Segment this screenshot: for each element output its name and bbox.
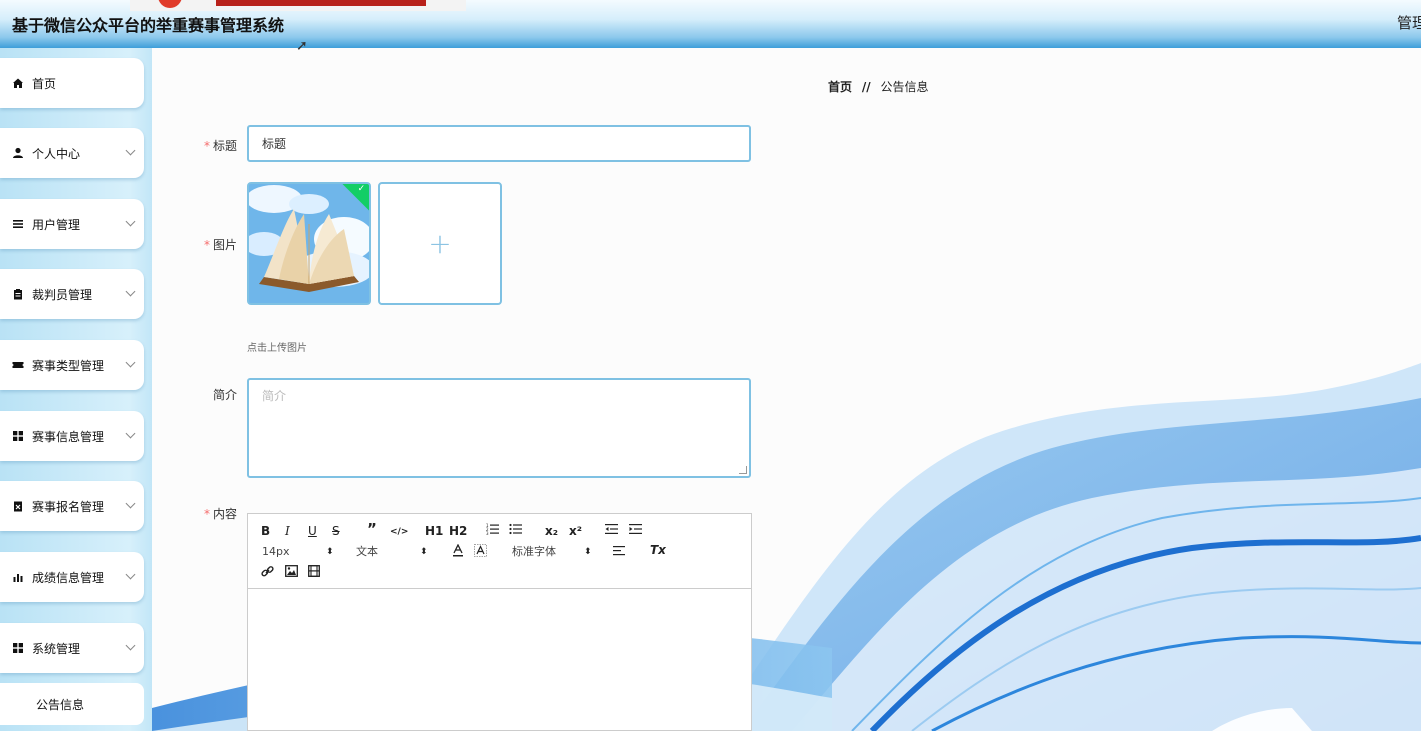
grid-icon: [12, 642, 24, 654]
chevron-down-icon: [125, 357, 136, 368]
font-family-select[interactable]: 标准字体: [512, 545, 556, 559]
breadcrumb: 首页 // 公告信息: [828, 78, 928, 95]
sidebar-item-score-management[interactable]: 成绩信息管理: [0, 552, 144, 602]
upload-tip: 点击上传图片: [247, 343, 307, 354]
svg-text:3: 3: [486, 531, 489, 535]
sidebar-item-label: 裁判员管理: [32, 287, 93, 302]
clipboard-icon: [12, 288, 24, 300]
chevron-down-icon: [125, 640, 136, 651]
italic-button[interactable]: I: [285, 524, 290, 538]
check-icon: ✓: [357, 183, 366, 194]
font-color-icon[interactable]: [452, 543, 464, 560]
sidebar-item-referee-management[interactable]: 裁判员管理: [0, 269, 144, 319]
chevron-updown-icon: ⬍: [584, 547, 592, 557]
chevron-down-icon: [125, 145, 136, 156]
image-insert-icon[interactable]: [285, 565, 298, 580]
admin-user-label[interactable]: 管理: [1397, 12, 1421, 33]
sidebar-item-label: 首页: [32, 76, 57, 91]
editor-toolbar: B I U S ” </> H1 H2 123 x₂ x² 14px ⬍ 文本 …: [248, 514, 751, 589]
sidebar-item-personal-center[interactable]: 个人中心: [0, 128, 144, 178]
sidebar-item-registration-management[interactable]: 赛事报名管理: [0, 481, 144, 531]
upload-add-button[interactable]: +: [378, 182, 502, 305]
ticket-icon: [12, 359, 24, 371]
breadcrumb-home[interactable]: 首页: [828, 80, 852, 94]
required-mark: *: [203, 139, 210, 153]
book-image: [249, 184, 369, 303]
chevron-updown-icon: ⬍: [420, 547, 428, 557]
bold-button[interactable]: B: [261, 524, 270, 538]
top-header: 基于微信公众平台的举重赛事管理系统 管理 ➚: [0, 0, 1421, 54]
sidebar-item-event-type-management[interactable]: 赛事类型管理: [0, 340, 144, 390]
link-icon[interactable]: [261, 565, 274, 581]
sidebar-item-label: 赛事报名管理: [32, 499, 105, 514]
intro-placeholder: 简介: [262, 389, 287, 403]
editor-content-area[interactable]: [248, 589, 751, 731]
sidebar-item-label: 系统管理: [32, 641, 81, 656]
checklist-icon: [12, 500, 24, 512]
chevron-down-icon: [125, 286, 136, 297]
clear-format-button[interactable]: Tx: [650, 543, 666, 557]
align-icon[interactable]: [613, 545, 626, 559]
rich-text-editor: B I U S ” </> H1 H2 123 x₂ x² 14px ⬍ 文本 …: [247, 513, 752, 731]
resize-handle-icon[interactable]: [739, 466, 747, 474]
blockquote-button[interactable]: ”: [367, 522, 377, 537]
sidebar-item-label: 用户管理: [32, 217, 81, 232]
paragraph-select[interactable]: 文本: [356, 545, 378, 559]
ordered-list-icon[interactable]: 123: [486, 523, 500, 538]
code-button[interactable]: </>: [390, 525, 408, 539]
sidebar-item-user-management[interactable]: 用户管理: [0, 199, 144, 249]
bullet-list-icon[interactable]: [509, 523, 523, 538]
required-mark: *: [203, 238, 210, 252]
intro-label: 简介: [212, 388, 237, 402]
uploaded-image-thumbnail[interactable]: ✓: [247, 182, 371, 305]
sidebar-item-system-management[interactable]: 系统管理: [0, 623, 144, 673]
heading1-button[interactable]: H1: [425, 524, 443, 538]
sidebar-item-event-info-management[interactable]: 赛事信息管理: [0, 411, 144, 461]
content-label: * 内容: [203, 507, 237, 521]
plus-icon: +: [428, 227, 452, 260]
underline-button[interactable]: U: [308, 524, 317, 538]
title-label: * 标题: [203, 139, 237, 153]
required-mark: *: [203, 507, 210, 521]
bar-chart-icon: [12, 571, 24, 583]
list-icon: [12, 218, 24, 230]
strike-button[interactable]: S: [332, 524, 340, 538]
sidebar: 首页 个人中心 用户管理 裁判员管理 赛事类型管理 赛事信息管理 赛事报名管理 …: [0, 48, 152, 731]
sidebar-item-home[interactable]: 首页: [0, 58, 144, 108]
chevron-down-icon: [125, 216, 136, 227]
grid-icon: [12, 430, 24, 442]
sidebar-item-label: 赛事信息管理: [32, 429, 105, 444]
superscript-button[interactable]: x²: [569, 524, 582, 538]
title-input[interactable]: 标题: [247, 125, 751, 162]
app-title: 基于微信公众平台的举重赛事管理系统: [12, 16, 285, 35]
breadcrumb-current: 公告信息: [880, 80, 929, 94]
home-icon: [12, 77, 24, 89]
sidebar-subitem-announcement[interactable]: 公告信息: [0, 683, 144, 725]
sidebar-item-label: 成绩信息管理: [32, 570, 105, 585]
chevron-down-icon: [125, 428, 136, 439]
heading2-button[interactable]: H2: [449, 524, 467, 538]
image-label: * 图片: [203, 238, 237, 252]
indent-icon[interactable]: [629, 523, 643, 538]
sidebar-item-label: 赛事类型管理: [32, 358, 105, 373]
font-size-select[interactable]: 14px: [262, 545, 290, 559]
video-insert-icon[interactable]: [308, 565, 320, 580]
intro-textarea[interactable]: 简介: [247, 378, 751, 478]
user-icon: [12, 147, 24, 159]
chevron-down-icon: [125, 498, 136, 509]
subscript-button[interactable]: x₂: [545, 524, 558, 538]
chevron-down-icon: [125, 569, 136, 580]
outdent-icon[interactable]: [605, 523, 619, 538]
background-color-icon[interactable]: [474, 544, 487, 560]
chevron-updown-icon: ⬍: [326, 547, 334, 557]
watermark-logo: [130, 0, 466, 11]
sidebar-item-label: 个人中心: [32, 146, 81, 161]
breadcrumb-separator: //: [861, 80, 871, 94]
